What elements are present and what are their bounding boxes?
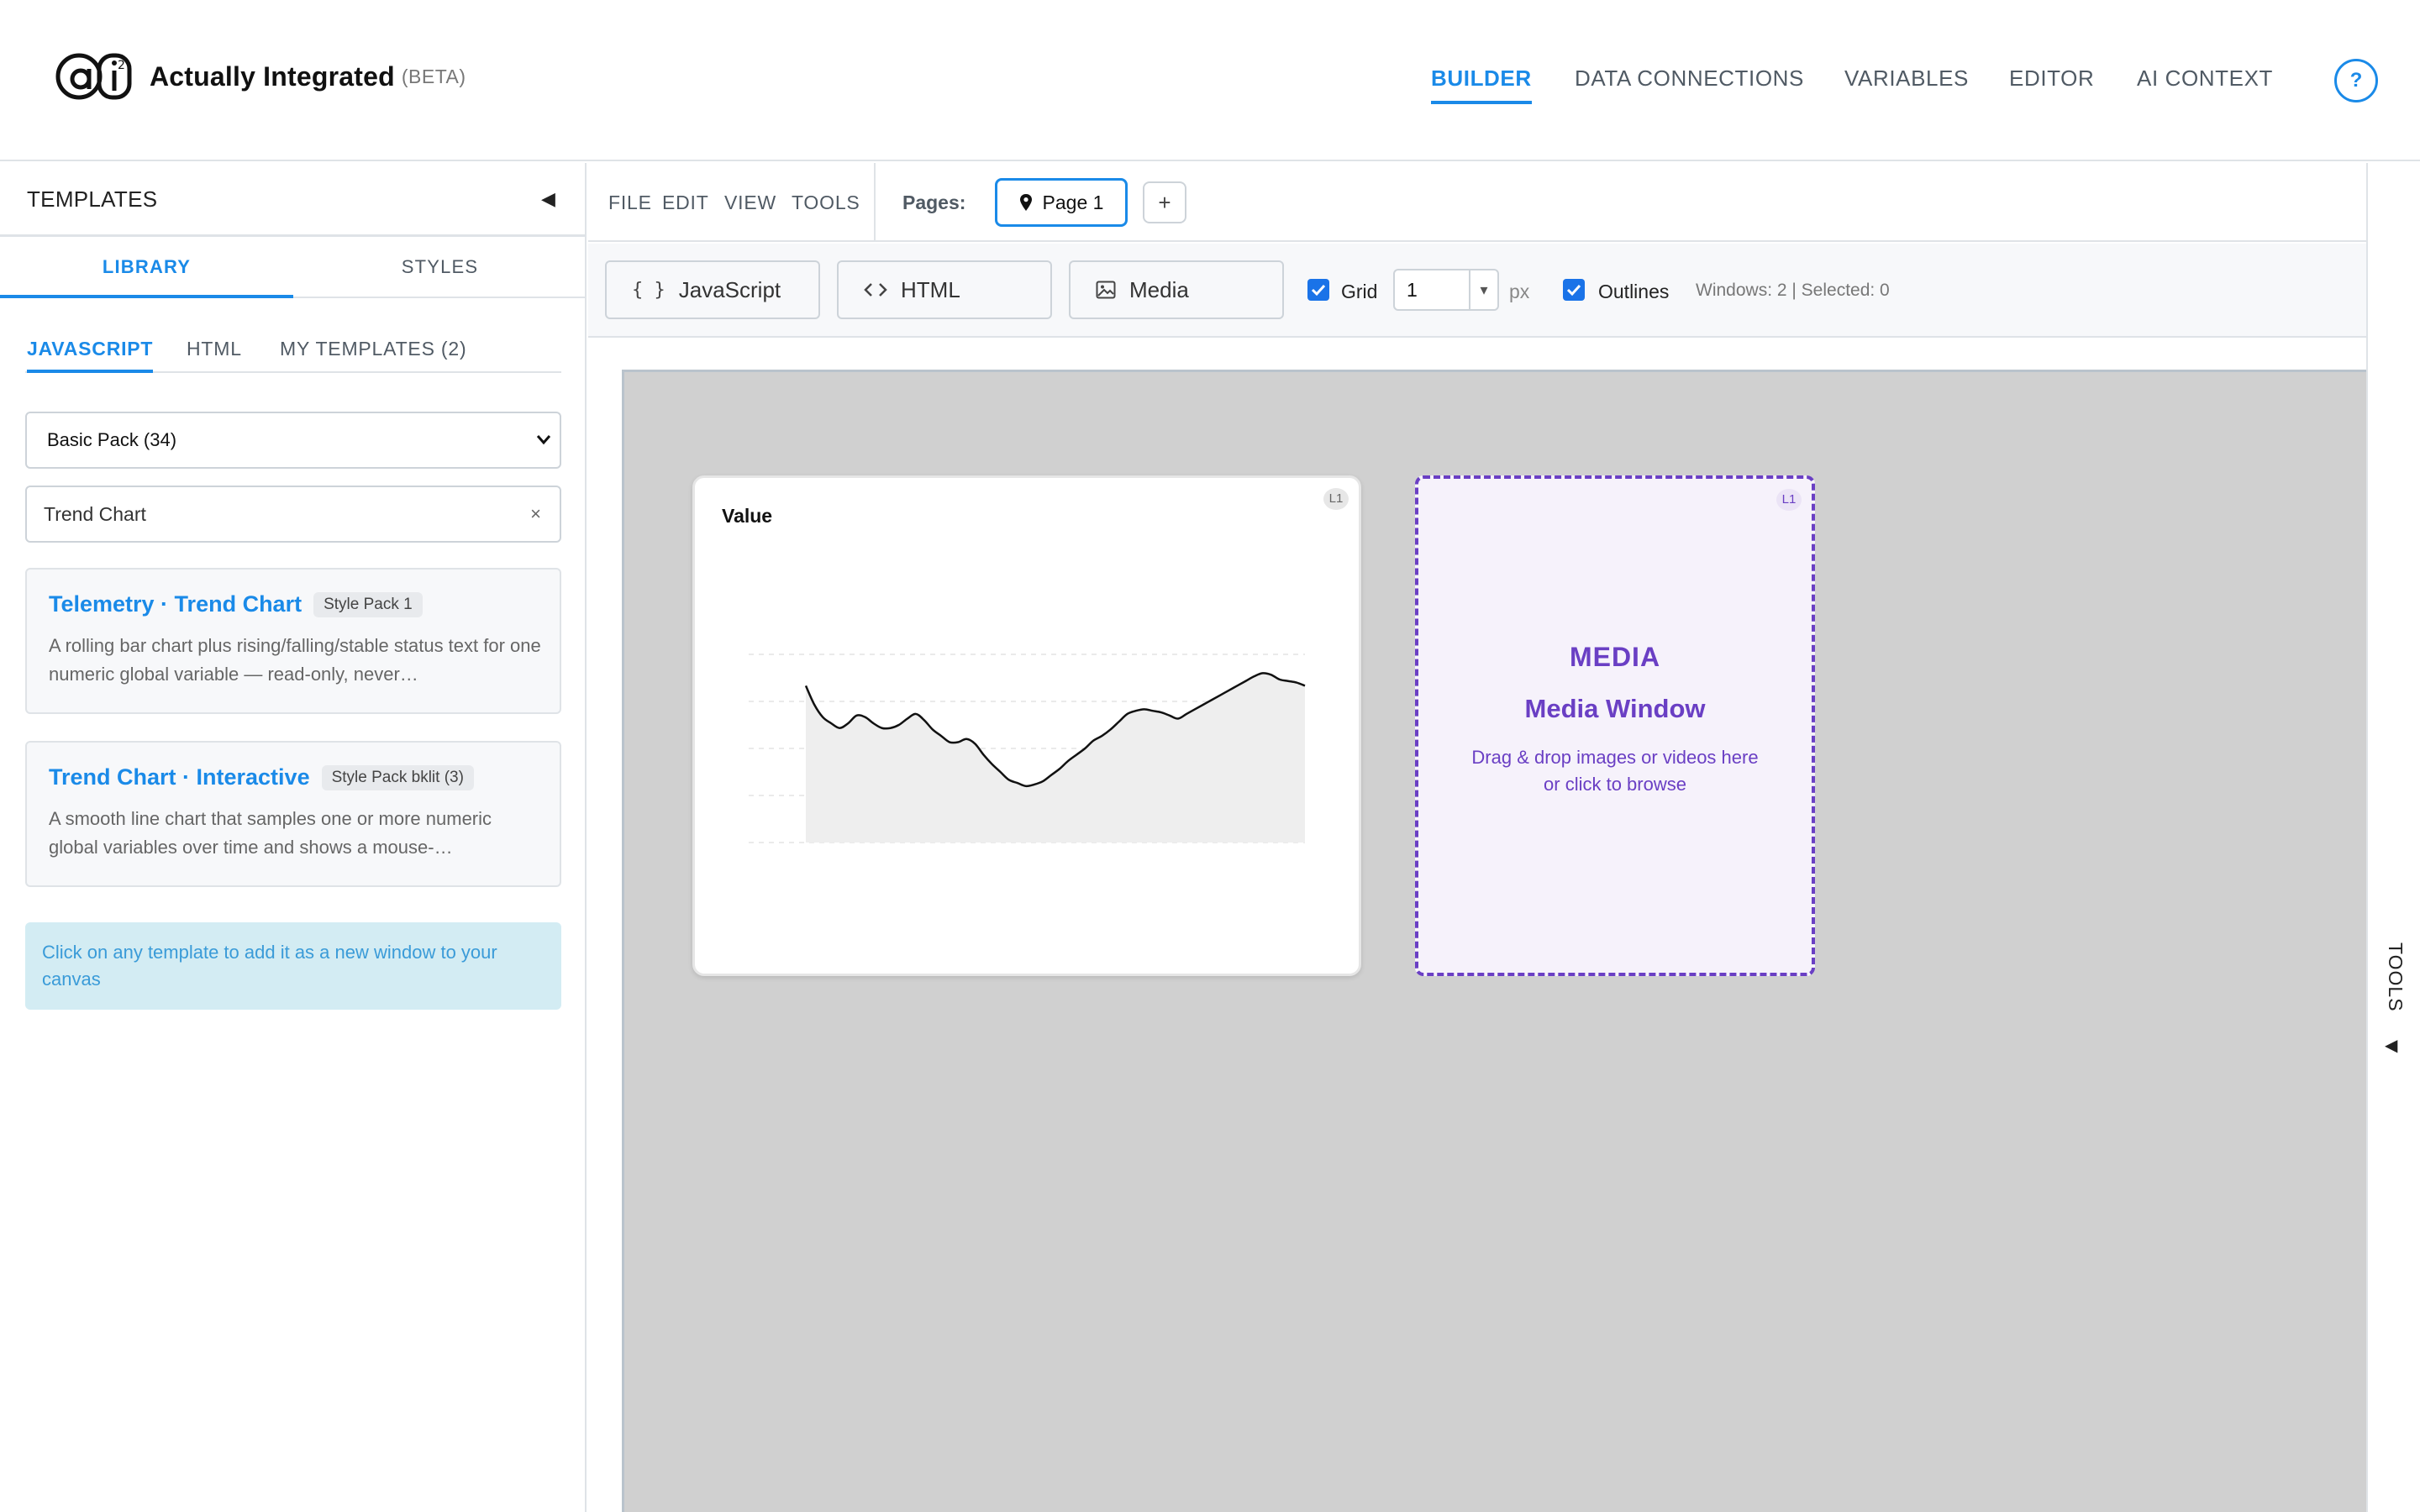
code-tags-icon <box>864 281 887 298</box>
checkmark-icon <box>1566 284 1581 297</box>
template-search-value: Trend Chart <box>44 503 146 525</box>
page-tab-label: Page 1 <box>1042 191 1104 213</box>
template-description: A smooth line chart that samples one or … <box>49 808 492 858</box>
collapse-sidebar-icon[interactable]: ◀ <box>541 188 555 210</box>
grid-size-stepper-icon[interactable]: ▾ <box>1469 270 1497 309</box>
template-card-header: Trend Chart · Interactive Style Pack bkl… <box>49 764 474 790</box>
add-javascript-label: JavaScript <box>678 276 781 302</box>
templates-sidebar: TEMPLATES ◀ LIBRARY STYLES JAVASCRIPT HT… <box>0 163 587 1512</box>
template-card-telemetry-trend[interactable]: Telemetry · Trend Chart Style Pack 1 A r… <box>25 568 561 714</box>
menu-file[interactable]: FILE <box>608 192 652 214</box>
media-hint-line-2[interactable]: or click to browse <box>1418 771 1812 798</box>
app-root: 2 Actually Integrated (BETA) BUILDER DAT… <box>0 0 2420 1512</box>
tools-rail-label: TOOLS <box>2385 942 2407 1012</box>
media-window[interactable]: L1 MEDIA Media Window Drag & drop images… <box>1415 475 1815 976</box>
media-heading: MEDIA <box>1569 642 1661 672</box>
template-search-input[interactable]: Trend Chart × <box>25 486 561 543</box>
template-title: Telemetry · Trend Chart <box>49 591 302 617</box>
grid-size-input[interactable]: 1 ▾ <box>1393 269 1499 311</box>
layer-badge: L1 <box>1776 489 1802 511</box>
checkmark-icon <box>1311 284 1326 297</box>
brand-name: Actually Integrated <box>150 60 395 92</box>
nav-data-connections[interactable]: DATA CONNECTIONS <box>1575 66 1804 92</box>
brand[interactable]: 2 Actually Integrated (BETA) <box>55 49 466 104</box>
add-media-label: Media <box>1129 276 1189 302</box>
sidebar-tabs: LIBRARY STYLES <box>0 239 587 298</box>
add-media-window-button[interactable]: Media <box>1069 260 1284 319</box>
template-pack-select[interactable]: Basic Pack (34) <box>25 412 561 469</box>
pages-label: Pages: <box>902 192 966 213</box>
nav-editor[interactable]: EDITOR <box>2009 66 2094 92</box>
nav-builder[interactable]: BUILDER <box>1431 66 1532 104</box>
template-title: Trend Chart · Interactive <box>49 764 310 790</box>
template-type-tabs: JAVASCRIPT HTML MY TEMPLATES (2) <box>25 331 561 373</box>
sidebar-header: TEMPLATES ◀ <box>0 163 587 237</box>
code-braces-icon: { } <box>632 279 666 301</box>
svg-text:2: 2 <box>118 59 125 72</box>
template-pack-value: Basic Pack (34) <box>47 429 177 450</box>
menu-tools[interactable]: TOOLS <box>792 192 860 214</box>
page-tab-1[interactable]: Page 1 <box>995 178 1128 227</box>
template-style-badge: Style Pack 1 <box>313 591 423 617</box>
outlines-checkbox[interactable] <box>1563 279 1585 301</box>
grid-checkbox[interactable] <box>1307 279 1329 301</box>
add-html-label: HTML <box>901 276 960 302</box>
subtab-javascript[interactable]: JAVASCRIPT <box>27 338 154 373</box>
help-button[interactable]: ? <box>2334 59 2378 102</box>
nav-ai-context[interactable]: AI CONTEXT <box>2137 66 2273 92</box>
media-drop-hint: Drag & drop images or videos here or cli… <box>1418 744 1812 798</box>
chevron-down-icon <box>534 413 553 489</box>
media-hint-line-1: Drag & drop images or videos here <box>1471 747 1759 768</box>
add-javascript-window-button[interactable]: { } JavaScript <box>605 260 820 319</box>
tab-styles[interactable]: STYLES <box>293 239 587 298</box>
menu-edit[interactable]: EDIT <box>662 192 709 214</box>
brand-beta-tag: (BETA) <box>401 65 466 87</box>
image-icon <box>1096 281 1116 299</box>
canvas-toolbar: { } JavaScript HTML Media Grid 1 ▾ px Ou… <box>588 244 2366 338</box>
chart-area-fill <box>806 673 1305 843</box>
subtab-html[interactable]: HTML <box>187 338 242 360</box>
media-window-title: Media Window <box>1524 694 1706 723</box>
tab-library[interactable]: LIBRARY <box>0 239 293 298</box>
sidebar-title: TEMPLATES <box>27 186 158 212</box>
tools-panel-toggle[interactable]: TOOLS ◀ <box>2366 163 2420 1512</box>
subtab-my-templates[interactable]: MY TEMPLATES (2) <box>280 338 466 360</box>
grid-label: Grid <box>1341 281 1378 302</box>
grid-size-value: 1 <box>1407 279 1418 301</box>
template-card-header: Telemetry · Trend Chart Style Pack 1 <box>49 591 423 617</box>
grid-unit-label: px <box>1509 281 1530 302</box>
clear-search-icon[interactable]: × <box>530 487 541 541</box>
canvas-menubar: FILE EDIT VIEW TOOLS Pages: Page 1 + <box>588 163 2366 242</box>
menubar-divider <box>874 163 876 240</box>
template-style-badge: Style Pack bklit (3) <box>321 764 474 790</box>
logo-icon: 2 <box>55 53 132 100</box>
template-description: A rolling bar chart plus rising/falling/… <box>49 635 541 685</box>
add-page-button[interactable]: + <box>1143 181 1186 223</box>
menu-view[interactable]: VIEW <box>724 192 776 214</box>
outlines-label: Outlines <box>1598 281 1670 302</box>
canvas-status: Windows: 2 | Selected: 0 <box>1696 281 1890 300</box>
trend-chart <box>749 654 1306 843</box>
add-html-window-button[interactable]: HTML <box>837 260 1052 319</box>
top-header: 2 Actually Integrated (BETA) BUILDER DAT… <box>0 0 2420 161</box>
template-info-hint: Click on any template to add it as a new… <box>25 922 561 1010</box>
nav-variables[interactable]: VARIABLES <box>1844 66 1969 92</box>
template-card-trend-interactive[interactable]: Trend Chart · Interactive Style Pack bkl… <box>25 741 561 887</box>
map-pin-icon <box>1019 193 1033 212</box>
chart-window[interactable]: L1 Value <box>692 475 1361 976</box>
expand-tools-icon[interactable]: ◀ <box>2385 1035 2397 1056</box>
